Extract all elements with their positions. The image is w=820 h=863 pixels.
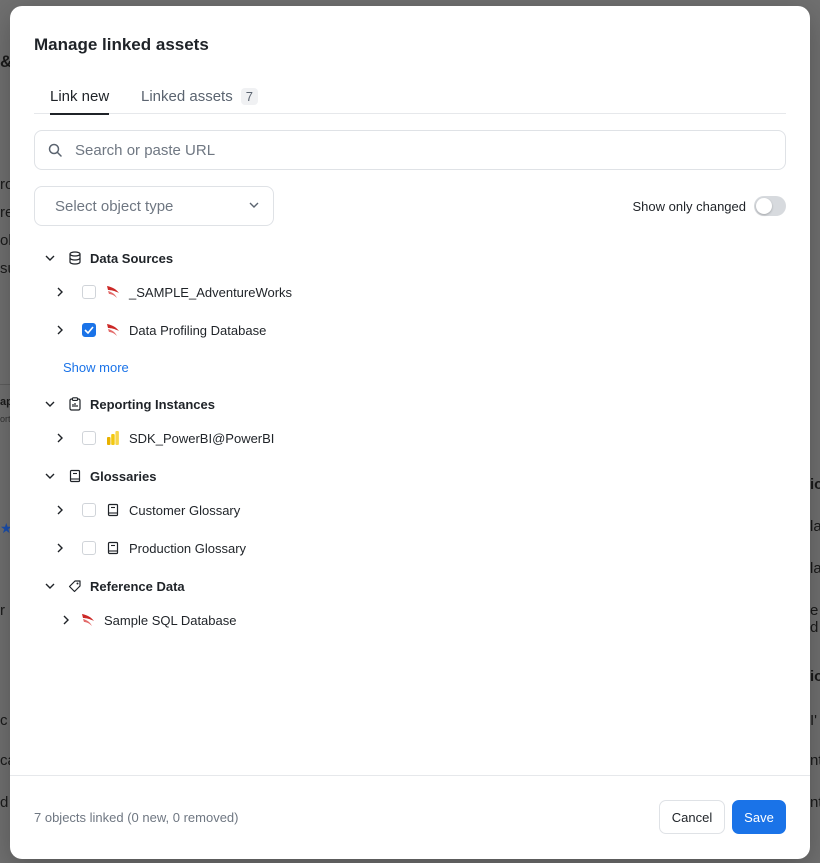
- show-more-link[interactable]: Show more: [63, 360, 129, 375]
- search-icon: [48, 143, 62, 157]
- group-label: Glossaries: [90, 468, 157, 484]
- chevron-down-icon[interactable]: [42, 578, 58, 594]
- book-icon: [105, 502, 121, 518]
- item-checkbox-checked[interactable]: [82, 323, 96, 337]
- tree-item: Data Profiling Database: [52, 318, 266, 342]
- chevron-right-icon[interactable]: [52, 540, 68, 556]
- tab-label: Linked assets: [141, 87, 233, 105]
- footer-divider: [10, 775, 810, 776]
- sql-server-icon: [105, 322, 121, 338]
- linked-summary: 7 objects linked (0 new, 0 removed): [34, 810, 239, 825]
- tree-item: Sample SQL Database: [58, 608, 236, 632]
- group-label: Reporting Instances: [90, 396, 215, 412]
- object-type-select[interactable]: Select object type: [34, 186, 274, 226]
- group-label: Reference Data: [90, 578, 185, 594]
- tree-item: _SAMPLE_AdventureWorks: [52, 280, 292, 304]
- tree-item: SDK_PowerBI@PowerBI: [52, 426, 274, 450]
- chevron-down-icon: [249, 202, 259, 208]
- select-placeholder: Select object type: [55, 197, 174, 215]
- item-checkbox[interactable]: [82, 503, 96, 517]
- bg-fragment: nt: [810, 752, 820, 769]
- powerbi-icon: [105, 430, 121, 446]
- search-input[interactable]: [75, 141, 765, 159]
- save-button[interactable]: Save: [732, 800, 786, 834]
- tab-bar: Link new Linked assets 7: [34, 78, 786, 115]
- bg-fragment: io: [810, 476, 820, 493]
- bg-fragment: la: [810, 560, 820, 577]
- chevron-right-icon[interactable]: [52, 322, 68, 338]
- manage-linked-assets-dialog: Manage linked assets Link new Linked ass…: [10, 6, 810, 859]
- search-box: [34, 130, 786, 170]
- item-label: Sample SQL Database: [104, 612, 237, 628]
- chevron-right-icon[interactable]: [52, 284, 68, 300]
- tag-icon: [67, 578, 83, 594]
- tab-link-new[interactable]: Link new: [50, 78, 110, 115]
- database-icon: [67, 250, 83, 266]
- dialog-title: Manage linked assets: [34, 35, 209, 54]
- chevron-right-icon[interactable]: [58, 612, 74, 628]
- item-label: Production Glossary: [129, 540, 247, 556]
- bg-divider: [0, 384, 10, 385]
- show-only-changed-toggle[interactable]: [754, 196, 786, 216]
- item-checkbox[interactable]: [82, 431, 96, 445]
- chevron-down-icon[interactable]: [42, 250, 58, 266]
- bg-fragment: c: [0, 712, 8, 729]
- chevron-right-icon[interactable]: [52, 502, 68, 518]
- sql-server-icon: [105, 284, 121, 300]
- chevron-right-icon[interactable]: [52, 430, 68, 446]
- tab-label: Link new: [50, 87, 110, 105]
- group-label: Data Sources: [90, 250, 174, 266]
- item-checkbox[interactable]: [82, 285, 96, 299]
- bg-fragment: la: [810, 518, 820, 535]
- tree-item: Production Glossary: [52, 536, 246, 560]
- bg-fragment: e d: [810, 602, 819, 636]
- bg-fragment: r: [0, 602, 5, 619]
- bg-fragment: nt: [810, 794, 820, 811]
- bg-fragment: ort: [0, 414, 11, 424]
- check-icon: [84, 326, 94, 334]
- cancel-button[interactable]: Cancel: [659, 800, 725, 834]
- bg-fragment: io: [810, 668, 820, 685]
- tab-linked-assets[interactable]: Linked assets 7: [141, 78, 258, 114]
- item-label: Customer Glossary: [129, 502, 241, 518]
- item-label: SDK_PowerBI@PowerBI: [129, 430, 275, 446]
- item-checkbox[interactable]: [82, 541, 96, 555]
- tree-group-reporting-instances: Reporting Instances: [42, 392, 215, 416]
- toggle-label: Show only changed: [632, 198, 746, 214]
- bg-fragment: d: [0, 794, 9, 811]
- chevron-down-icon[interactable]: [42, 396, 58, 412]
- chevron-down-icon[interactable]: [42, 468, 58, 484]
- tree-group-reference-data: Reference Data: [42, 574, 185, 598]
- sql-server-icon: [80, 612, 96, 628]
- tree-item: Customer Glossary: [52, 498, 240, 522]
- item-label: Data Profiling Database: [129, 322, 267, 338]
- clipboard-icon: [67, 396, 83, 412]
- book-icon: [67, 468, 83, 484]
- item-label: _SAMPLE_AdventureWorks: [129, 284, 293, 300]
- tree-group-glossaries: Glossaries: [42, 464, 157, 488]
- linked-assets-count-badge: 7: [240, 87, 258, 105]
- bg-fragment: I': [810, 712, 818, 729]
- tree-group-data-sources: Data Sources: [42, 246, 173, 270]
- book-icon: [105, 540, 121, 556]
- show-only-changed-control: Show only changed: [633, 196, 786, 216]
